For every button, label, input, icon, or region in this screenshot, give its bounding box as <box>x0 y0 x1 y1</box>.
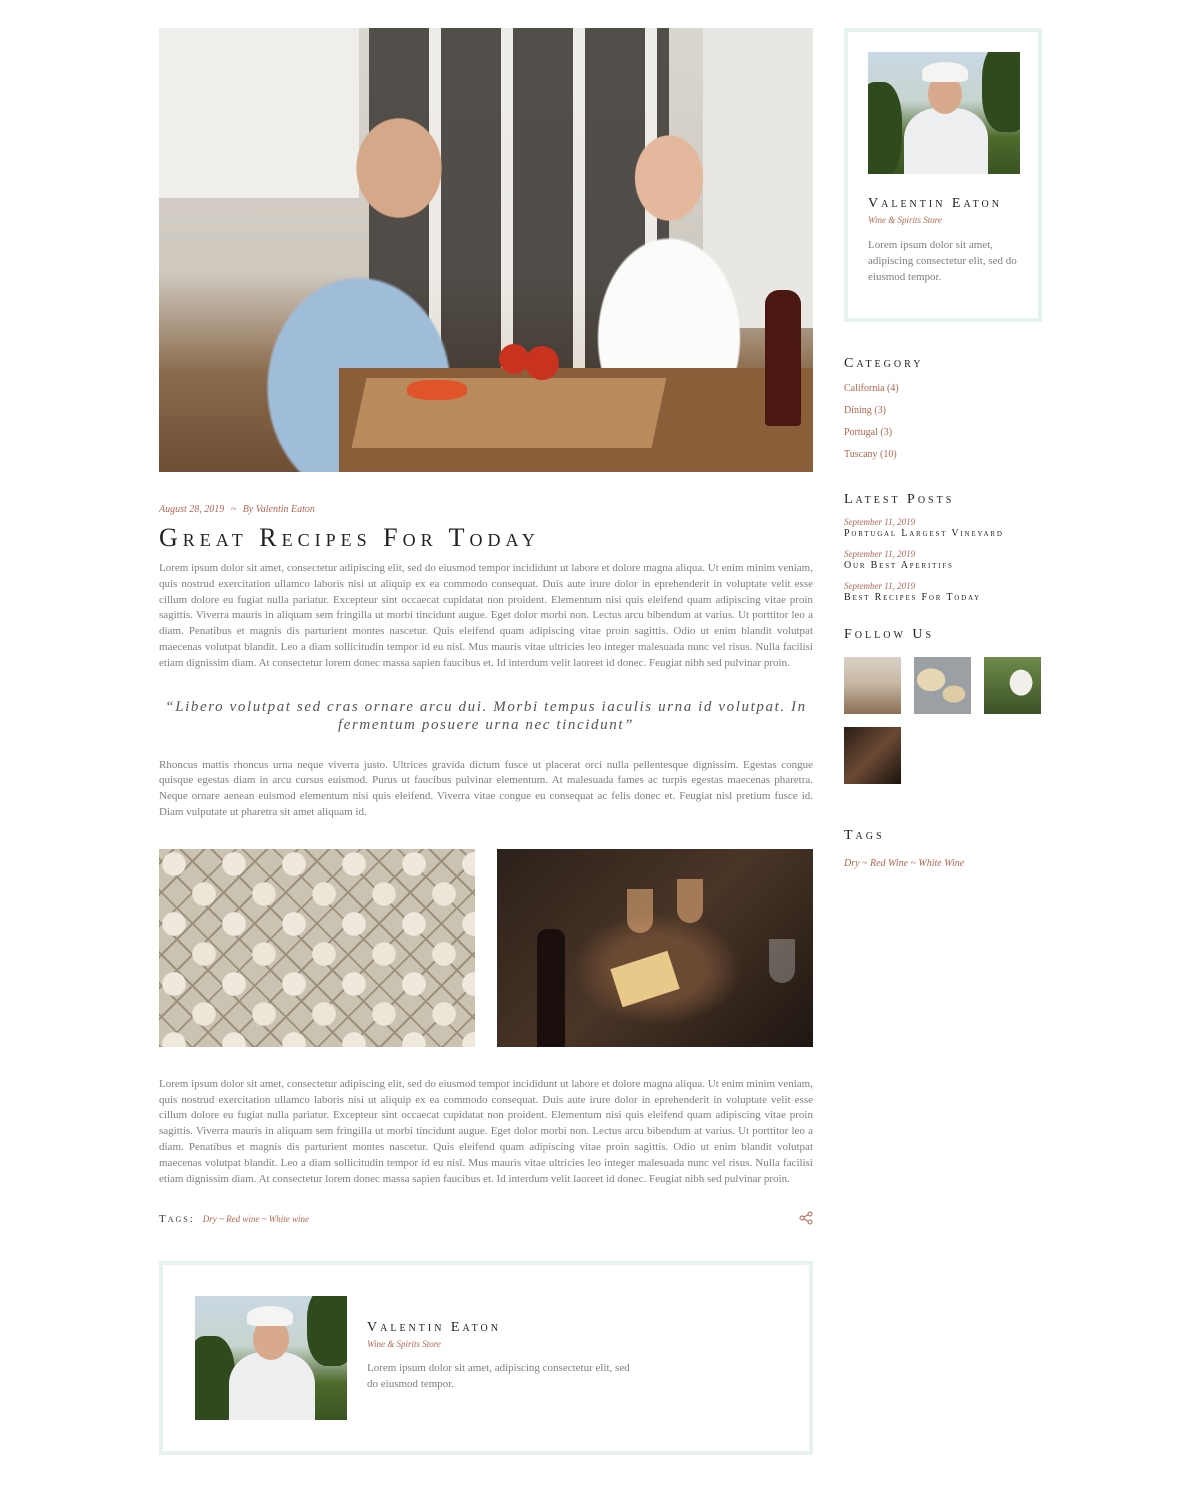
post-tags[interactable]: Dry ~ Red wine ~ White wine <box>203 1214 309 1224</box>
post-tags-row: Tags: Dry ~ Red wine ~ White wine <box>159 1209 813 1227</box>
tags-title: Tags <box>844 828 885 843</box>
ravioli-image <box>159 848 475 1047</box>
tags-widget: Tags Dry ~ Red Wine ~ White Wine <box>844 828 1042 869</box>
latest-post-item[interactable]: September 11, 2019 Portugal Largest Vine… <box>844 517 1042 539</box>
post-meta: August 28, 2019 ~ By Valentin Eaton <box>159 504 813 515</box>
author-info: Valentin Eaton Wine & Spirits Store Lore… <box>367 1320 637 1420</box>
sidebar-author-role: Wine & Spirits Store <box>868 215 942 225</box>
post-paragraph-1: Lorem ipsum dolor sit amet, consectetur … <box>159 562 813 669</box>
latest-post-item[interactable]: September 11, 2019 Our Best Aperitifs <box>844 549 1042 571</box>
sidebar-author-photo <box>868 52 1020 174</box>
instagram-thumb[interactable] <box>914 657 971 714</box>
latest-posts-title: Latest Posts <box>844 492 955 507</box>
sidebar-author-name[interactable]: Valentin Eaton <box>868 196 1018 212</box>
category-title: Category <box>844 356 924 371</box>
follow-us-widget: Follow Us <box>844 627 1042 784</box>
latest-post-date: September 11, 2019 <box>844 517 916 527</box>
tags-label: Tags: <box>159 1213 195 1226</box>
author-role: Wine & Spirits Store <box>367 1339 441 1350</box>
category-item[interactable]: California (4) <box>844 378 1042 400</box>
author-name[interactable]: Valentin Eaton <box>367 1320 637 1336</box>
category-item[interactable]: Dining (3) <box>844 400 1042 422</box>
instagram-grid <box>844 657 1042 784</box>
post-paragraph-2: Rhoncus mattis rhoncus urna neque viverr… <box>159 758 813 818</box>
post-date[interactable]: August 28, 2019 <box>159 504 224 515</box>
hero-image <box>159 28 813 472</box>
wine-table-image <box>497 848 813 1047</box>
post-paragraph-3: Lorem ipsum dolor sit amet, consectetur … <box>159 1077 813 1185</box>
author-bio: Lorem ipsum dolor sit amet, adipiscing c… <box>367 1362 630 1391</box>
share-icon[interactable] <box>799 1211 813 1225</box>
post-quote: “Libero volutpat sed cras ornare arcu du… <box>165 698 807 733</box>
latest-post-title[interactable]: Our Best Aperitifs <box>844 560 1042 571</box>
category-item[interactable]: Portugal (3) <box>844 422 1042 444</box>
latest-post-item[interactable]: September 11, 2019 Best Recipes For Toda… <box>844 581 1042 603</box>
category-list: California (4) Dining (3) Portugal (3) T… <box>844 378 1042 466</box>
follow-us-title: Follow Us <box>844 627 935 642</box>
instagram-thumb[interactable] <box>984 657 1041 714</box>
latest-post-date: September 11, 2019 <box>844 581 916 591</box>
author-photo <box>195 1296 347 1421</box>
latest-posts-widget: Latest Posts September 11, 2019 Portugal… <box>844 492 1042 603</box>
sidebar-tags[interactable]: Dry ~ Red Wine ~ White Wine <box>844 858 1042 869</box>
instagram-thumb[interactable] <box>844 727 901 784</box>
post-byline[interactable]: By Valentin Eaton <box>243 504 315 515</box>
author-box: Valentin Eaton Wine & Spirits Store Lore… <box>159 1261 813 1456</box>
image-gallery <box>159 848 813 1047</box>
sidebar-author-widget: Valentin Eaton Wine & Spirits Store Lore… <box>844 28 1042 322</box>
main-content: August 28, 2019 ~ By Valentin Eaton Grea… <box>159 28 813 1456</box>
latest-post-title[interactable]: Portugal Largest Vineyard <box>844 528 1042 539</box>
meta-separator: ~ <box>230 504 237 515</box>
instagram-thumb[interactable] <box>844 657 901 714</box>
post-title: Great Recipes For Today <box>159 523 540 552</box>
category-widget: Category California (4) Dining (3) Portu… <box>844 356 1042 466</box>
latest-post-date: September 11, 2019 <box>844 549 916 559</box>
latest-post-title[interactable]: Best Recipes For Today <box>844 592 1042 603</box>
category-item[interactable]: Tuscany (10) <box>844 444 1042 466</box>
sidebar: Valentin Eaton Wine & Spirits Store Lore… <box>844 28 1042 869</box>
sidebar-author-bio: Lorem ipsum dolor sit amet, adipiscing c… <box>868 239 1017 283</box>
